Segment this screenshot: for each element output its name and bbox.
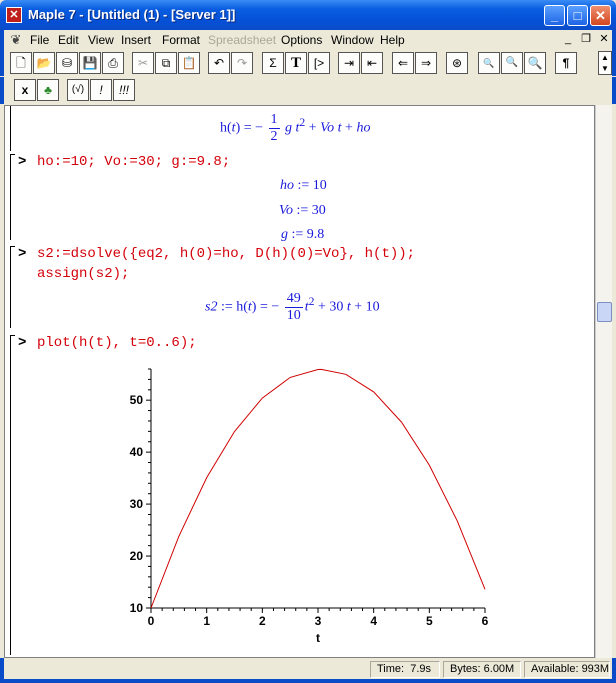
x-tick-label: 0 (148, 614, 155, 628)
menu-view[interactable]: View (88, 33, 114, 47)
sqrt-icon[interactable]: (√) (67, 79, 89, 101)
group-bracket[interactable] (10, 154, 15, 240)
context-toolbar: x ♣ (√) ! !!! (0, 77, 616, 104)
mdi-minimize-icon[interactable]: _ (560, 32, 576, 47)
text-icon[interactable]: T (285, 52, 307, 74)
x-tick-label: 6 (482, 614, 489, 628)
main-toolbar: 🗋 📂 ⛁ 💾 ⎙ ✂ ⧉ 📋 ↶ ↷ Σ T [> ⇥ ⇤ ⇐ ⇒ ⊛ 🔍 🔍… (0, 50, 616, 76)
pilcrow-icon[interactable]: ¶ (555, 52, 577, 74)
status-available: Available: 993M (524, 661, 610, 678)
output-vo: Vo := 30 (279, 203, 326, 218)
y-tick-label: 50 (130, 393, 144, 407)
open-icon[interactable]: 📂 (33, 52, 55, 74)
prompt: > (18, 335, 27, 351)
triple-exclaim-icon[interactable]: !!! (113, 79, 135, 101)
status-time: Time: 7.9s (370, 661, 440, 678)
toolbar-scroll-icon[interactable]: ▲ ▼ (598, 51, 612, 75)
forward-icon[interactable]: ⇒ (415, 52, 437, 74)
menu-bar: ❦ File Edit View Insert Format Spreadshe… (0, 30, 616, 50)
mdi-restore-icon[interactable]: ❐ (578, 32, 594, 47)
scrollbar-thumb[interactable] (597, 302, 612, 322)
maple-leaf-icon[interactable]: ♣ (37, 79, 59, 101)
zoom-large-icon[interactable]: 🔍 (524, 52, 546, 74)
x-tick-label: 3 (315, 614, 322, 628)
x-tick-label: 4 (370, 614, 377, 628)
dsolve-output: s2 := h(t) = − 49 10 t2 + 30 t + 10 (205, 291, 380, 323)
worksheet[interactable]: h(t) = − 12 g t2 + Vo t + ho > ho:=10; V… (4, 105, 595, 658)
document-icon[interactable]: ❦ (8, 32, 24, 48)
menu-edit[interactable]: Edit (58, 33, 79, 47)
undo-icon[interactable]: ↶ (208, 52, 230, 74)
back-icon[interactable]: ⇐ (392, 52, 414, 74)
window-title: Maple 7 - [Untitled (1) - [Server 1]] (28, 7, 236, 22)
y-tick-label: 10 (130, 601, 144, 615)
x-axis-label: t (316, 631, 320, 645)
open-url-icon[interactable]: ⛁ (56, 52, 78, 74)
cut-icon[interactable]: ✂ (132, 52, 154, 74)
plot-region[interactable]: 0 1 2 3 4 5 6 10 20 30 40 50 t (125, 361, 505, 651)
x-tick-label: 2 (259, 614, 266, 628)
y-tick-label: 20 (130, 549, 144, 563)
menu-file[interactable]: File (30, 33, 49, 47)
exclaim-icon[interactable]: ! (90, 79, 112, 101)
group-bracket[interactable] (10, 335, 15, 655)
indent-icon[interactable]: ⇥ (338, 52, 360, 74)
menu-format[interactable]: Format (162, 33, 200, 47)
maximize-button[interactable]: □ (567, 5, 588, 26)
group-bracket[interactable] (10, 106, 11, 151)
y-tick-label: 40 (130, 445, 144, 459)
zoom-small-icon[interactable]: 🔍 (478, 52, 500, 74)
new-icon[interactable]: 🗋 (10, 52, 32, 74)
paste-icon[interactable]: 📋 (178, 52, 200, 74)
stop-icon[interactable]: ⊛ (446, 52, 468, 74)
input-cmd3[interactable]: plot(h(t), t=0..6); (37, 335, 197, 351)
vertical-scrollbar[interactable] (595, 105, 612, 658)
copy-icon[interactable]: ⧉ (155, 52, 177, 74)
equation-output: h(t) = − 12 g t2 + Vo t + ho (220, 112, 371, 144)
print-icon[interactable]: ⎙ (102, 52, 124, 74)
exec-group-icon[interactable]: [> (308, 52, 330, 74)
status-bytes: Bytes: 6.00M (443, 661, 521, 678)
x-tick-label: 5 (426, 614, 433, 628)
y-tick-label: 30 (130, 497, 144, 511)
prompt: > (18, 154, 27, 170)
menu-insert[interactable]: Insert (121, 33, 151, 47)
maple-app-icon[interactable]: ✕ (6, 7, 22, 23)
status-bar: Time: 7.9s Bytes: 6.00M Available: 993M (0, 658, 616, 683)
x-icon[interactable]: x (14, 79, 36, 101)
title-bar: ✕ Maple 7 - [Untitled (1) - [Server 1]] … (0, 0, 616, 30)
plot-axes: 0 1 2 3 4 5 6 10 20 30 40 50 (130, 368, 489, 628)
input-cmd2[interactable]: s2:=dsolve({eq2, h(0)=ho, D(h)(0)=Vo}, h… (37, 246, 415, 262)
save-icon[interactable]: 💾 (79, 52, 101, 74)
mdi-close-icon[interactable]: ✕ (596, 32, 612, 47)
menu-help[interactable]: Help (380, 33, 405, 47)
redo-icon[interactable]: ↷ (231, 52, 253, 74)
menu-window[interactable]: Window (331, 33, 374, 47)
close-button[interactable]: ✕ (590, 5, 611, 26)
group-bracket[interactable] (10, 246, 15, 328)
output-g: g := 9.8 (281, 227, 325, 242)
plot-curve (150, 368, 486, 609)
output-ho: ho := 10 (280, 178, 327, 193)
input-cmd1[interactable]: ho:=10; Vo:=30; g:=9.8; (37, 154, 230, 170)
menu-spreadsheet: Spreadsheet (208, 33, 277, 47)
minimize-button[interactable]: _ (544, 5, 565, 26)
menu-options[interactable]: Options (281, 33, 322, 47)
sigma-icon[interactable]: Σ (262, 52, 284, 74)
prompt: > (18, 246, 27, 262)
zoom-medium-icon[interactable]: 🔍 (501, 52, 523, 74)
x-tick-label: 1 (203, 614, 210, 628)
outdent-icon[interactable]: ⇤ (361, 52, 383, 74)
input-cmd2-assign[interactable]: assign(s2); (37, 266, 129, 282)
